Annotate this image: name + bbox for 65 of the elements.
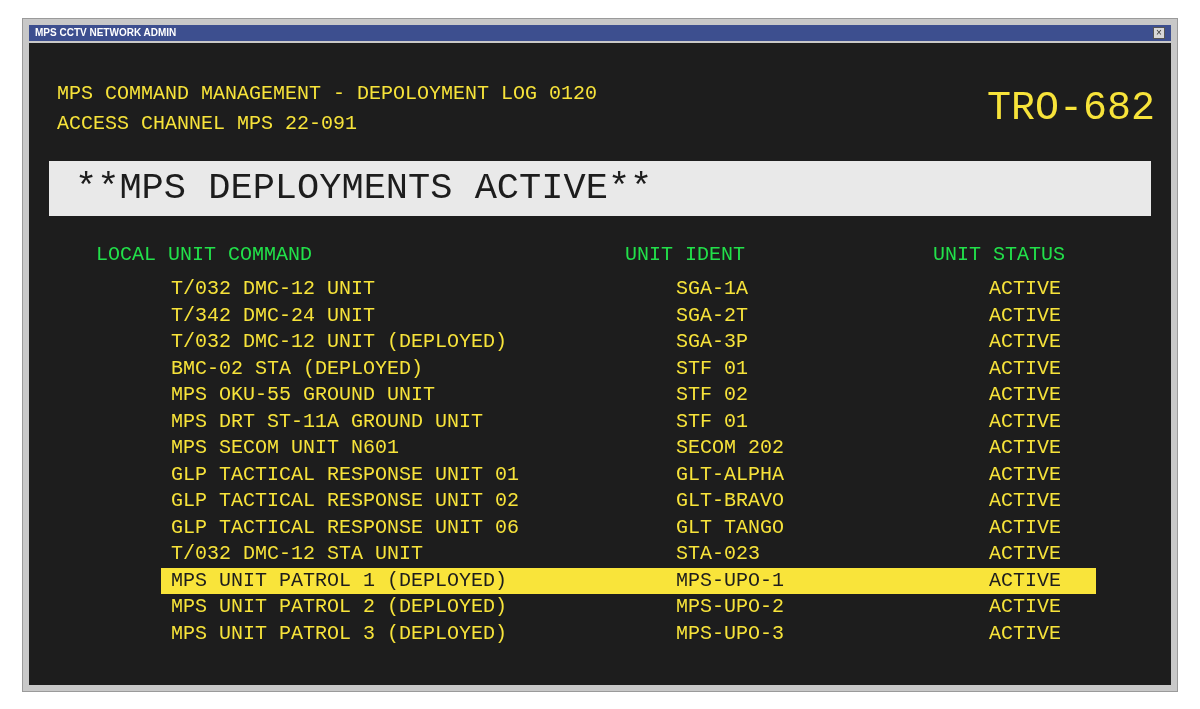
table-cell-text: MPS UNIT PATROL 2 (DEPLOYED) (171, 594, 509, 621)
table-row[interactable]: T/032 DMC-12 STA UNIT STA-023 ACTIVE (161, 541, 1096, 568)
banner: **MPS DEPLOYMENTS ACTIVE** (49, 161, 1151, 216)
table-cell: ACTIVE (989, 594, 1061, 621)
table-cell: STF 02 (676, 382, 748, 409)
table-cell: STA-023 (676, 541, 760, 568)
table-row[interactable]: MPS UNIT PATROL 2 (DEPLOYED) MPS-UPO-2 ACTIVE (161, 594, 1096, 621)
table-row[interactable]: T/032 DMC-12 UNIT (DEPLOYED) SGA-3P ACTIVE (161, 329, 1096, 356)
table-cell-text: T/032 DMC-12 UNIT (DEPLOYED) (171, 329, 509, 356)
close-button[interactable]: × (1153, 27, 1165, 39)
table-cell: MPS-UPO-1 (676, 567, 785, 594)
table-cell: GLT-BRAVO (676, 488, 785, 515)
table-cell-text: T/032 DMC-12 UNIT (171, 276, 377, 303)
table-cell: SECOM 202 (676, 435, 785, 462)
table-row[interactable]: MPS OKU-55 GROUND UNIT STF 02 ACTIVE (161, 382, 1096, 409)
table-row[interactable]: T/342 DMC-24 UNIT SGA-2T ACTIVE (161, 302, 1096, 329)
table-cell: GLT-ALPHA (676, 461, 785, 488)
table-cell: ACTIVE (989, 355, 1061, 382)
column-header: UNIT STATUS (932, 242, 1065, 268)
table-cell-text: MPS UNIT PATROL 3 (DEPLOYED) (171, 620, 509, 647)
table-cell: ACTIVE (989, 541, 1061, 568)
table-cell: ACTIVE (989, 329, 1061, 356)
table-cell: MPS-UPO-3 (676, 620, 785, 647)
table-cell: SGA-1A (676, 276, 748, 303)
table-row[interactable]: MPS UNIT PATROL 3 (DEPLOYED) MPS-UPO-3 ACTIVE (161, 620, 1096, 647)
table-cell-text: GLP TACTICAL RESPONSE UNIT 06 (171, 514, 521, 541)
table-cell-text: MPS DRT ST-11A GROUND UNIT (171, 408, 485, 435)
terminal-code: TRO-682 (986, 89, 1155, 129)
table-cell: ACTIVE (989, 567, 1061, 594)
table-cell: ACTIVE (989, 435, 1061, 462)
table-row[interactable]: GLP TACTICAL RESPONSE UNIT 01 GLT-ALPHA ACTIVE (161, 461, 1096, 488)
header-line: MPS COMMAND MANAGEMENT - DEPOLOYMENT LOG 0120 (57, 81, 598, 107)
table-cell: STF 01 (676, 355, 748, 382)
window-title: MPS CCTV NETWORK ADMIN (35, 28, 177, 38)
table-row[interactable]: GLP TACTICAL RESPONSE UNIT 06 GLT TANGO ACTIVE (161, 514, 1096, 541)
table-cell: ACTIVE (989, 302, 1061, 329)
table-cell-text: GLP TACTICAL RESPONSE UNIT 01 (171, 461, 521, 488)
table-cell-text: T/032 DMC-12 STA UNIT (171, 541, 425, 568)
table-cell: GLT TANGO (676, 514, 785, 541)
table-cell: ACTIVE (989, 461, 1061, 488)
table-row[interactable]: MPS SECOM UNIT N601 SECOM 202 ACTIVE (161, 435, 1096, 462)
column-header: LOCAL UNIT COMMAND (96, 242, 314, 268)
table-cell: ACTIVE (989, 276, 1061, 303)
table-cell-text: GLP TACTICAL RESPONSE UNIT 02 (171, 488, 521, 515)
table-cell-text: MPS SECOM UNIT N601 (171, 435, 401, 462)
table-cell: ACTIVE (989, 382, 1061, 409)
table-cell: MPS-UPO-2 (676, 594, 785, 621)
table-row[interactable]: T/032 DMC-12 UNIT SGA-1A ACTIVE (161, 276, 1096, 303)
column-header: UNIT IDENT (625, 242, 746, 268)
table-cell-text: MPS OKU-55 GROUND UNIT (171, 382, 437, 409)
table-cell-text: T/342 DMC-24 UNIT (171, 302, 377, 329)
table-cell: SGA-2T (676, 302, 748, 329)
table-row[interactable]: MPS UNIT PATROL 1 (DEPLOYED) MPS-UPO-1 ACTIVE (161, 567, 1096, 594)
table-row[interactable]: MPS DRT ST-11A GROUND UNIT STF 01 ACTIVE (161, 408, 1096, 435)
table-cell: SGA-3P (676, 329, 748, 356)
table-cell: ACTIVE (989, 408, 1061, 435)
table-cell: ACTIVE (989, 514, 1061, 541)
table-cell-text: MPS UNIT PATROL 1 (DEPLOYED) (171, 567, 509, 594)
table-row[interactable]: GLP TACTICAL RESPONSE UNIT 02 GLT-BRAVO ACTIVE (161, 488, 1096, 515)
table-cell: ACTIVE (989, 620, 1061, 647)
table-cell: STF 01 (676, 408, 748, 435)
header-line: ACCESS CHANNEL MPS 22-091 (57, 111, 359, 137)
table-row[interactable]: BMC-02 STA (DEPLOYED) STF 01 ACTIVE (161, 355, 1096, 382)
table-cell: ACTIVE (989, 488, 1061, 515)
table-cell-text: BMC-02 STA (DEPLOYED) (171, 355, 425, 382)
